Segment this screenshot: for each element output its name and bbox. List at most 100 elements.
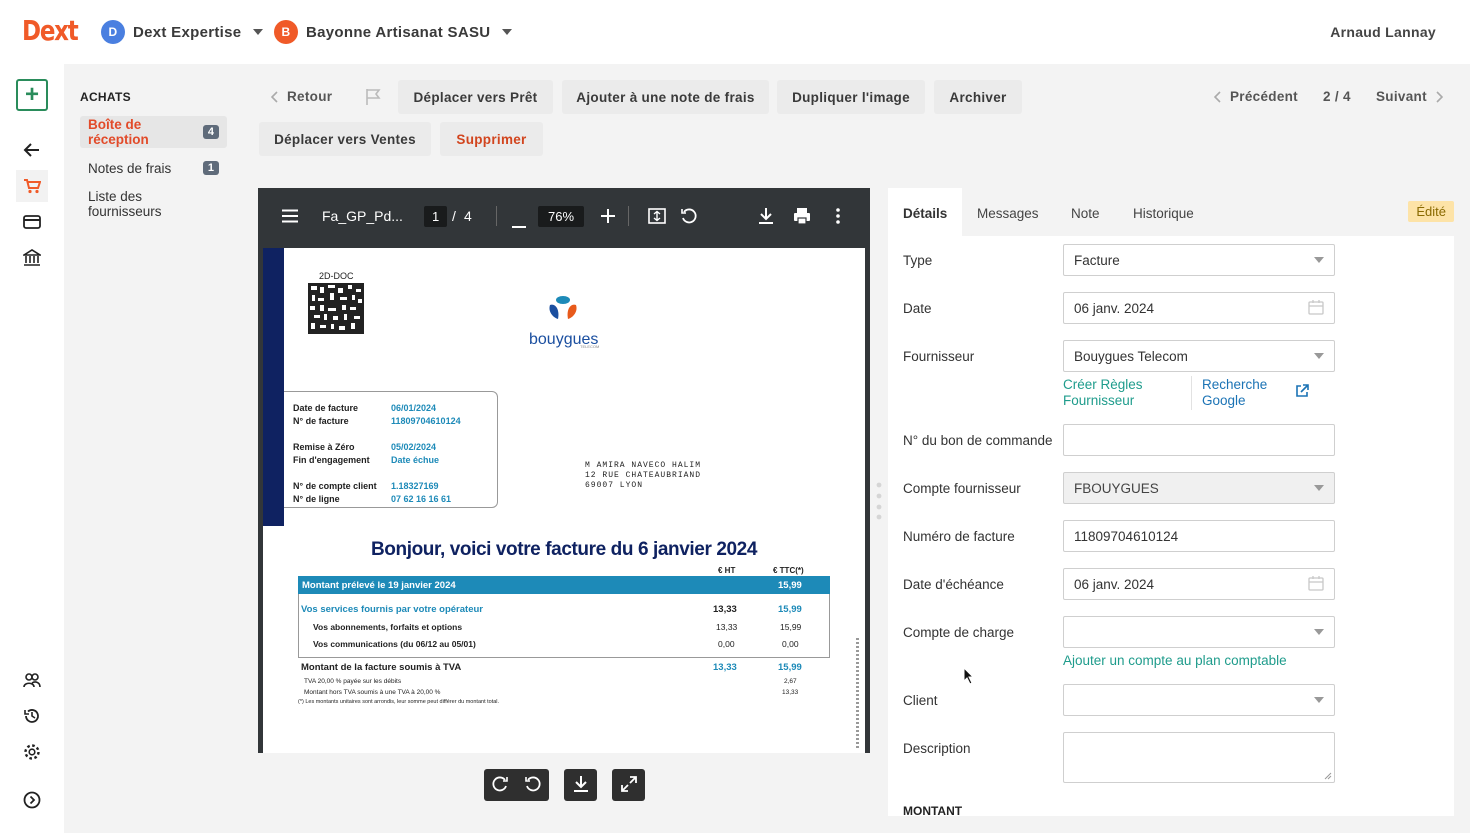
image-download-button[interactable] <box>564 769 597 801</box>
date-field[interactable]: 06 janv. 2024 <box>1063 292 1335 324</box>
workspace-name: Dext Expertise <box>133 23 242 41</box>
client-label: Client <box>903 693 938 708</box>
invoice-number-input[interactable]: 11809704610124 <box>1063 520 1335 552</box>
count-badge: 4 <box>202 125 219 139</box>
services-label: Vos services fournis par votre opérateur <box>301 604 483 615</box>
brand-stripe <box>263 248 284 526</box>
duplicate-image-button[interactable]: Dupliquer l'image <box>777 80 925 114</box>
zoom-in-icon[interactable] <box>601 209 615 226</box>
user-menu[interactable]: Arnaud Lannay <box>1330 24 1436 40</box>
contacts-icon[interactable] <box>16 664 48 696</box>
archive-button[interactable]: Archiver <box>934 80 1022 114</box>
rotate-left-icon[interactable] <box>524 775 542 796</box>
add-button[interactable]: + <box>16 79 48 111</box>
move-to-sales-button[interactable]: Déplacer vers Ventes <box>259 122 431 156</box>
client-switcher[interactable]: B Bayonne Artisanat SASU <box>274 20 513 44</box>
supplier-account-select[interactable]: FBOUYGUES <box>1063 472 1335 504</box>
zoom-out-icon[interactable] <box>512 215 526 231</box>
resize-handle-icon[interactable] <box>1324 772 1332 780</box>
zoom-input[interactable]: 76% <box>538 206 585 227</box>
po-number-input[interactable] <box>1063 424 1335 456</box>
tab-history[interactable]: Historique <box>1133 188 1194 238</box>
type-select[interactable]: Facture <box>1063 244 1335 276</box>
rotate-right-icon[interactable] <box>491 775 509 796</box>
due-date-field[interactable]: 06 janv. 2024 <box>1063 568 1335 600</box>
download-icon <box>573 775 589 796</box>
external-link-icon[interactable] <box>1295 384 1309 401</box>
fit-page-icon[interactable] <box>648 208 666 227</box>
download-icon[interactable] <box>758 207 774 228</box>
previous-button[interactable]: Précédent <box>1214 89 1298 104</box>
supplier-account-value: FBOUYGUES <box>1074 480 1159 496</box>
sidebar-item-inbox[interactable]: Boîte de réception 4 <box>80 116 227 148</box>
invoice-headline: Bonjour, voici votre facture du 6 janvie… <box>370 539 758 560</box>
main-area: Retour Déplacer vers Prêt Ajouter à une … <box>243 64 1470 833</box>
move-to-ready-button[interactable]: Déplacer vers Prêt <box>398 80 553 114</box>
settings-gear-icon[interactable] <box>16 736 48 768</box>
next-label: Suivant <box>1376 89 1427 104</box>
fullscreen-button[interactable] <box>612 769 645 801</box>
tab-messages[interactable]: Messages <box>977 188 1039 238</box>
cart-icon[interactable] <box>16 170 48 202</box>
col-ttc: € TTC(*) <box>773 566 804 575</box>
delete-button[interactable]: Supprimer <box>440 122 543 156</box>
supplier-select[interactable]: Bouygues Telecom <box>1063 340 1335 372</box>
bank-icon[interactable] <box>16 242 48 274</box>
info-label: Fin d'engagement <box>293 455 370 465</box>
splitter-handle[interactable] <box>876 482 882 523</box>
count-badge: 1 <box>202 161 219 175</box>
history-icon[interactable] <box>16 700 48 732</box>
total-ht: 13,33 <box>713 662 737 673</box>
flag-icon[interactable] <box>365 88 381 109</box>
type-value: Facture <box>1074 252 1120 268</box>
expense-account-label: Compte de charge <box>903 625 1015 640</box>
rotate-icon[interactable] <box>680 207 698 228</box>
add-to-expense-report-button[interactable]: Ajouter à une note de frais <box>562 80 769 114</box>
info-value: Date échue <box>391 455 440 465</box>
sidebar-item-label: Notes de frais <box>88 160 172 176</box>
info-value: 1.18327169 <box>391 481 439 491</box>
play-circle-icon[interactable] <box>16 784 48 816</box>
sub1-ht: 13,33 <box>716 622 738 632</box>
back-arrow-icon[interactable] <box>16 134 48 166</box>
top-bar: Dext D Dext Expertise B Bayonne Artisana… <box>0 0 1470 64</box>
tva2-label: Montant hors TVA soumis à une TVA à 20,0… <box>304 689 441 696</box>
chevron-down-icon <box>1314 257 1324 263</box>
expense-account-select[interactable] <box>1063 616 1335 648</box>
sidebar-item-label: Boîte de réception <box>88 117 149 147</box>
sidebar-item-expense-reports[interactable]: Notes de frais 1 <box>80 152 227 184</box>
tab-details[interactable]: Détails <box>888 188 963 238</box>
add-chart-account-link[interactable]: Ajouter un compte au plan comptable <box>1063 653 1287 669</box>
amount-section-title: MONTANT <box>903 804 963 818</box>
more-vertical-icon[interactable] <box>836 208 840 227</box>
client-select[interactable] <box>1063 684 1335 716</box>
footnote: (*) Les montants unitaires sont arrondis… <box>298 699 500 705</box>
next-button[interactable]: Suivant <box>1376 89 1443 104</box>
create-supplier-rules-link[interactable]: Créer Règles Fournisseur <box>1063 377 1163 409</box>
calendar-icon[interactable] <box>1308 299 1324 318</box>
back-button[interactable]: Retour <box>271 89 332 104</box>
description-textarea[interactable] <box>1063 732 1335 783</box>
pdf-toolbar: Fa_GP_Pd... 1 / 4 76% <box>258 188 870 244</box>
chevron-left-icon <box>1214 90 1221 103</box>
chevron-down-icon <box>253 29 264 35</box>
sidebar-item-suppliers[interactable]: Liste des fournisseurs <box>80 188 227 220</box>
page-number-input[interactable]: 1 <box>424 206 448 227</box>
qr-code-icon <box>306 281 366 339</box>
info-label: N° de compte client <box>293 481 377 491</box>
client-name: Bayonne Artisanat SASU <box>306 23 491 41</box>
dext-logo[interactable]: Dext <box>22 14 79 47</box>
menu-icon[interactable] <box>282 209 298 226</box>
calendar-icon[interactable] <box>1308 575 1324 594</box>
total-label: Montant de la facture soumis à TVA <box>301 662 462 673</box>
pdf-viewer: Fa_GP_Pd... 1 / 4 76% 2D-DOC bouygues TE… <box>258 188 870 753</box>
workspace-switcher[interactable]: D Dext Expertise <box>101 20 264 44</box>
card-icon[interactable] <box>16 206 48 238</box>
google-search-link[interactable]: Recherche Google <box>1202 377 1272 409</box>
print-icon[interactable] <box>793 207 811 228</box>
tab-note[interactable]: Note <box>1071 188 1100 238</box>
sub2-ht: 0,00 <box>718 639 735 649</box>
invoice-number-label: Numéro de facture <box>903 529 1015 544</box>
page-count: 4 <box>464 208 472 224</box>
total-ttc: 15,99 <box>778 662 802 673</box>
